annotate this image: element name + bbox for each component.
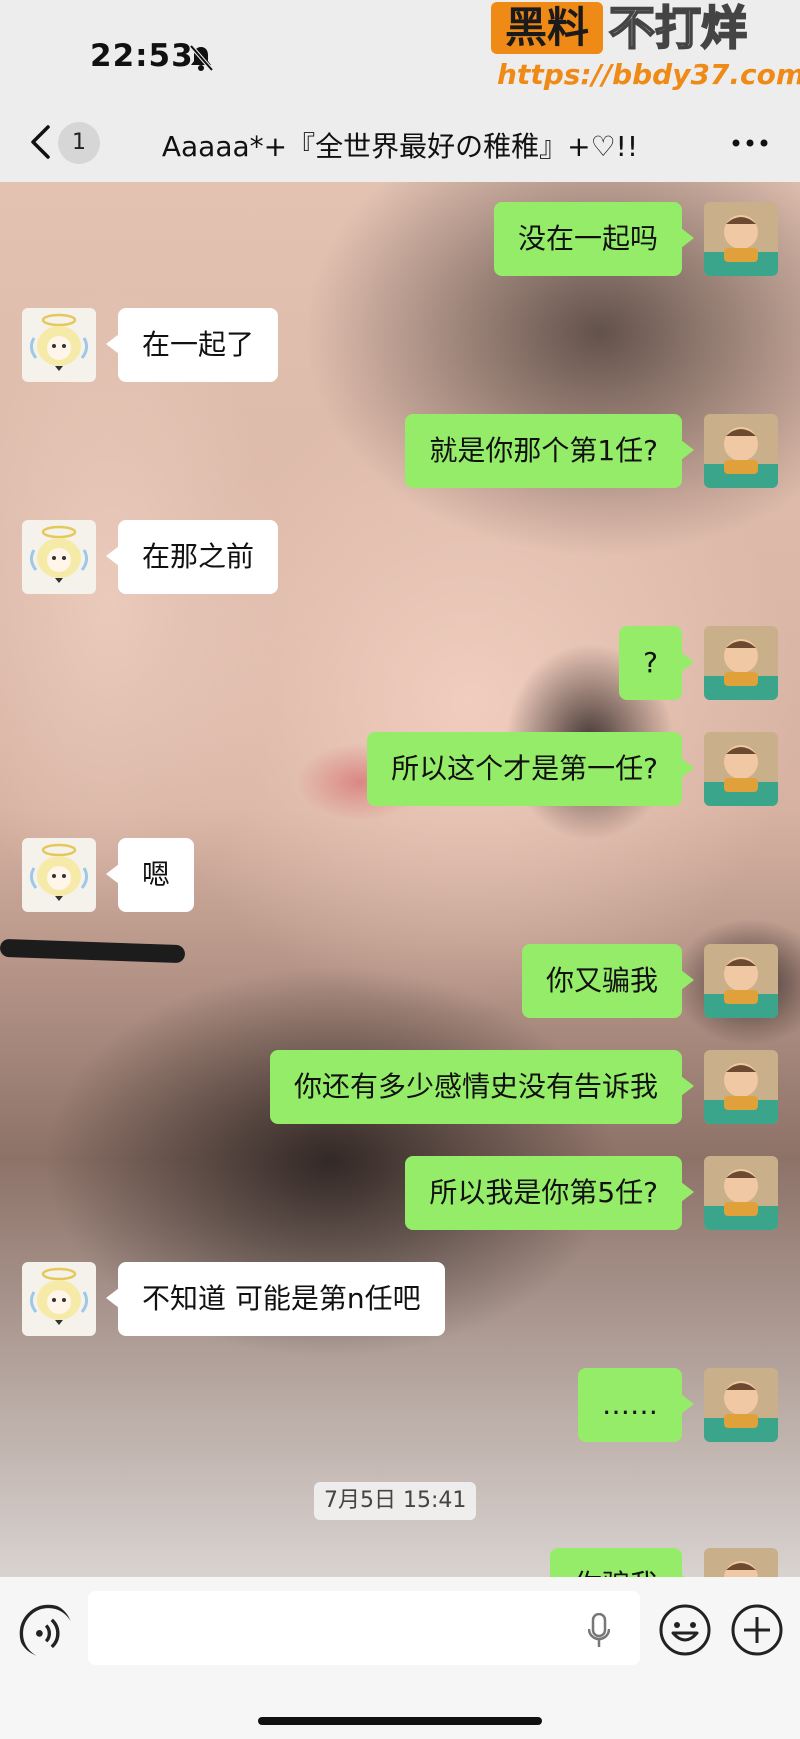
emoji-icon[interactable] xyxy=(658,1603,712,1657)
message-bubble-received[interactable]: 不知道 可能是第n任吧 xyxy=(106,1262,445,1336)
chat-title: Aaaaa*+『全世界最好の稚稚』+♡!! xyxy=(161,130,639,163)
my-avatar[interactable] xyxy=(704,414,778,488)
my-avatar[interactable] xyxy=(704,202,778,276)
message-bubble-sent[interactable]: …… xyxy=(578,1368,694,1442)
input-bar xyxy=(0,1577,800,1739)
message-bubble-sent[interactable]: 你还有多少感情史没有告诉我 xyxy=(269,1050,695,1124)
home-indicator xyxy=(258,1717,542,1725)
my-avatar[interactable] xyxy=(704,1156,778,1230)
chat-area[interactable]: 没在一起吗 在一起了 就是你那个第1任? 在那之前 ? 所以这个才是第一任? 嗯… xyxy=(0,182,800,1577)
watermark-badge: 黑料 xyxy=(491,2,603,54)
message-row: 在一起了 xyxy=(0,308,800,386)
message-row: 你还有多少感情史没有告诉我 xyxy=(0,1050,800,1128)
watermark-url: https://bbdy37.com xyxy=(497,58,800,91)
top-bar: 22:53 黑料 不打烊 https://bbdy37.com 1 Aaaaa*… xyxy=(0,0,800,182)
contact-avatar[interactable] xyxy=(22,1262,96,1336)
my-avatar[interactable] xyxy=(704,1050,778,1124)
watermark-text: 不打烊 xyxy=(608,0,748,56)
contact-avatar[interactable] xyxy=(22,308,96,382)
message-row: ? xyxy=(0,626,800,704)
microphone-icon[interactable] xyxy=(588,1613,610,1649)
message-row: 所以我是你第5任? xyxy=(0,1156,800,1234)
unread-count-badge[interactable]: 1 xyxy=(58,122,100,164)
message-bubble-sent[interactable]: 所以这个才是第一任? xyxy=(367,732,694,806)
message-bubble-sent[interactable]: ? xyxy=(619,626,694,700)
message-bubble-sent[interactable]: 你骗我 xyxy=(549,1548,695,1577)
voice-input-icon[interactable] xyxy=(18,1603,72,1657)
back-chevron-icon[interactable] xyxy=(26,124,54,160)
message-bubble-sent[interactable]: 你又骗我 xyxy=(521,944,695,1018)
message-row: 你骗我 xyxy=(0,1548,800,1577)
message-bubble-sent[interactable]: 就是你那个第1任? xyxy=(405,414,694,488)
add-attachment-icon[interactable] xyxy=(730,1603,784,1657)
message-row: 没在一起吗 xyxy=(0,202,800,280)
status-time: 22:53 xyxy=(90,38,194,74)
mute-bell-icon xyxy=(189,44,214,72)
message-input[interactable] xyxy=(88,1591,640,1665)
message-bubble-sent[interactable]: 所以我是你第5任? xyxy=(405,1156,694,1230)
message-timestamp: 7月5日 15:41 xyxy=(314,1482,477,1520)
message-row: 在那之前 xyxy=(0,520,800,598)
more-options-icon[interactable] xyxy=(728,128,772,158)
message-row: 不知道 可能是第n任吧 xyxy=(0,1262,800,1340)
message-bubble-received[interactable]: 在那之前 xyxy=(105,520,279,594)
contact-avatar[interactable] xyxy=(22,520,96,594)
my-avatar[interactable] xyxy=(704,1368,778,1442)
message-row: …… xyxy=(0,1368,800,1446)
message-row: 嗯 xyxy=(0,838,800,916)
message-bubble-sent[interactable]: 没在一起吗 xyxy=(493,202,695,276)
my-avatar[interactable] xyxy=(704,626,778,700)
watermark: 黑料 不打烊 https://bbdy37.com xyxy=(491,0,800,100)
my-avatar[interactable] xyxy=(704,1548,778,1577)
my-avatar[interactable] xyxy=(704,732,778,806)
message-row: 你又骗我 xyxy=(0,944,800,1022)
message-row: 就是你那个第1任? xyxy=(0,414,800,492)
my-avatar[interactable] xyxy=(704,944,778,1018)
message-row: 所以这个才是第一任? xyxy=(0,732,800,810)
message-bubble-received[interactable]: 在一起了 xyxy=(105,308,279,382)
contact-avatar[interactable] xyxy=(22,838,96,912)
message-bubble-received[interactable]: 嗯 xyxy=(105,838,195,912)
